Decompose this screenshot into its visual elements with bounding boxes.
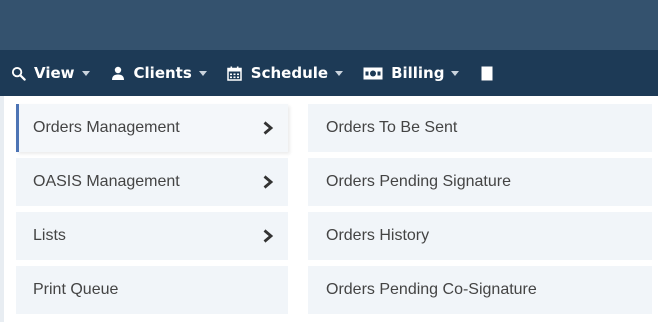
user-icon (110, 65, 126, 81)
nav-billing-menu[interactable]: Billing (363, 64, 460, 82)
chevron-down-icon (81, 70, 90, 76)
nav-view-menu[interactable]: View (10, 64, 90, 82)
money-icon (363, 65, 383, 81)
nav-billing-label: Billing (391, 64, 445, 82)
nav-clients-label: Clients (133, 64, 192, 82)
menu-item-label: Orders Management (33, 119, 180, 136)
app-header-strip (0, 0, 658, 50)
main-nav-bar: View Clients Schedule Billing (0, 50, 658, 96)
nav-view-label: View (34, 64, 75, 82)
chevron-right-icon (263, 229, 274, 243)
submenu-item-label: Orders Pending Signature (326, 173, 511, 190)
submenu-item-orders-pending-co-signature[interactable]: Orders Pending Co-Signature (308, 266, 652, 314)
nav-overflow-item[interactable] (479, 65, 503, 81)
calendar-icon (227, 65, 243, 81)
submenu-item-label: Orders Pending Co-Signature (326, 281, 537, 298)
page-left-edge (0, 96, 4, 322)
menu-item-lists[interactable]: Lists (16, 212, 288, 260)
submenu-item-orders-history[interactable]: Orders History (308, 212, 652, 260)
menu-item-orders-management[interactable]: Orders Management (16, 104, 288, 152)
menu-item-print-queue[interactable]: Print Queue (16, 266, 288, 314)
nav-schedule-label: Schedule (250, 64, 329, 82)
search-icon (10, 65, 26, 81)
menu-item-label: Print Queue (33, 281, 119, 298)
menu-item-oasis-management[interactable]: OASIS Management (16, 158, 288, 206)
menu-item-label: OASIS Management (33, 173, 180, 190)
submenu-item-label: Orders To Be Sent (326, 119, 458, 136)
chevron-down-icon (335, 70, 344, 76)
submenu-item-orders-to-be-sent[interactable]: Orders To Be Sent (308, 104, 652, 152)
chevron-right-icon (263, 121, 274, 135)
view-dropdown-menu: Orders Management OASIS Management Lists… (16, 104, 288, 320)
document-icon (479, 65, 495, 81)
submenu-item-orders-pending-signature[interactable]: Orders Pending Signature (308, 158, 652, 206)
orders-management-submenu: Orders To Be Sent Orders Pending Signatu… (308, 104, 652, 320)
nav-schedule-menu[interactable]: Schedule (227, 64, 344, 82)
menu-item-label: Lists (33, 227, 66, 244)
chevron-right-icon (263, 175, 274, 189)
chevron-down-icon (198, 70, 207, 76)
chevron-down-icon (451, 70, 460, 76)
nav-clients-menu[interactable]: Clients (110, 64, 207, 82)
submenu-item-label: Orders History (326, 227, 430, 244)
